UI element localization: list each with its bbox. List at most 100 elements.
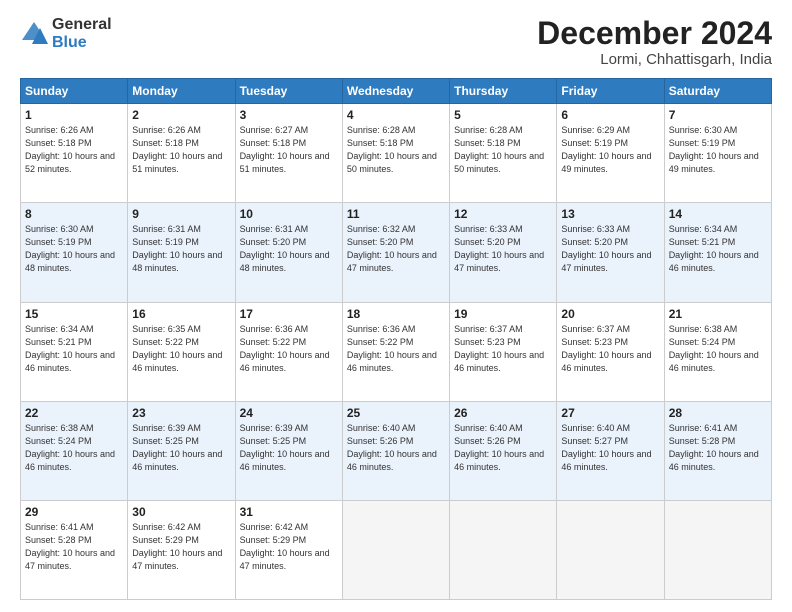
day-info: Sunrise: 6:28 AMSunset: 5:18 PMDaylight:…: [454, 124, 552, 176]
day-cell: 4Sunrise: 6:28 AMSunset: 5:18 PMDaylight…: [342, 104, 449, 203]
day-info: Sunrise: 6:30 AMSunset: 5:19 PMDaylight:…: [669, 124, 767, 176]
day-info: Sunrise: 6:38 AMSunset: 5:24 PMDaylight:…: [25, 422, 123, 474]
day-number: 17: [240, 307, 338, 321]
day-number: 11: [347, 207, 445, 221]
logo-general-label: General: [52, 16, 112, 34]
day-info: Sunrise: 6:40 AMSunset: 5:26 PMDaylight:…: [347, 422, 445, 474]
day-cell: 1 Sunrise: 6:26 AMSunset: 5:18 PMDaylight…: [21, 104, 128, 203]
day-info: Sunrise: 6:40 AMSunset: 5:26 PMDaylight:…: [454, 422, 552, 474]
day-info: Sunrise: 6:42 AMSunset: 5:29 PMDaylight:…: [132, 521, 230, 573]
day-number: 8: [25, 207, 123, 221]
day-info: Sunrise: 6:31 AMSunset: 5:19 PMDaylight:…: [132, 223, 230, 275]
day-number: 14: [669, 207, 767, 221]
day-cell: 3 Sunrise: 6:27 AMSunset: 5:18 PMDaylight…: [235, 104, 342, 203]
day-number: 21: [669, 307, 767, 321]
day-cell: 19 Sunrise: 6:37 AMSunset: 5:23 PMDayligh…: [450, 302, 557, 401]
col-monday: Monday: [128, 79, 235, 104]
day-number: 16: [132, 307, 230, 321]
day-info: Sunrise: 6:26 AMSunset: 5:18 PMDaylight:…: [132, 124, 230, 176]
calendar-row: 22 Sunrise: 6:38 AMSunset: 5:24 PMDayligh…: [21, 401, 772, 500]
day-info: Sunrise: 6:27 AMSunset: 5:18 PMDaylight:…: [240, 124, 338, 176]
day-cell: 7 Sunrise: 6:30 AMSunset: 5:19 PMDaylight…: [664, 104, 771, 203]
title-block: December 2024 Lormi, Chhattisgarh, India: [537, 16, 772, 68]
day-number: 3: [240, 108, 338, 122]
day-info: Sunrise: 6:40 AMSunset: 5:27 PMDaylight:…: [561, 422, 659, 474]
day-number: 10: [240, 207, 338, 221]
day-number: 1: [25, 108, 123, 122]
day-number: 4: [347, 108, 445, 122]
logo: General Blue: [20, 16, 112, 51]
day-cell: 22 Sunrise: 6:38 AMSunset: 5:24 PMDayligh…: [21, 401, 128, 500]
day-number: 9: [132, 207, 230, 221]
day-number: 22: [25, 406, 123, 420]
day-number: 31: [240, 505, 338, 519]
calendar-row: 29Sunrise: 6:41 AMSunset: 5:28 PMDayligh…: [21, 500, 772, 599]
day-cell: 29Sunrise: 6:41 AMSunset: 5:28 PMDayligh…: [21, 500, 128, 599]
empty-cell: [664, 500, 771, 599]
day-cell: 6Sunrise: 6:29 AMSunset: 5:19 PMDaylight…: [557, 104, 664, 203]
day-number: 19: [454, 307, 552, 321]
day-info: Sunrise: 6:36 AMSunset: 5:22 PMDaylight:…: [347, 323, 445, 375]
day-info: Sunrise: 6:30 AMSunset: 5:19 PMDaylight:…: [25, 223, 123, 275]
day-cell: 28Sunrise: 6:41 AMSunset: 5:28 PMDayligh…: [664, 401, 771, 500]
day-info: Sunrise: 6:39 AMSunset: 5:25 PMDaylight:…: [240, 422, 338, 474]
col-sunday: Sunday: [21, 79, 128, 104]
day-info: Sunrise: 6:35 AMSunset: 5:22 PMDaylight:…: [132, 323, 230, 375]
logo-blue-label: Blue: [52, 34, 112, 52]
day-number: 23: [132, 406, 230, 420]
day-cell: 17 Sunrise: 6:36 AMSunset: 5:22 PMDayligh…: [235, 302, 342, 401]
empty-cell: [450, 500, 557, 599]
col-wednesday: Wednesday: [342, 79, 449, 104]
day-number: 12: [454, 207, 552, 221]
day-number: 30: [132, 505, 230, 519]
day-cell: 20 Sunrise: 6:37 AMSunset: 5:23 PMDayligh…: [557, 302, 664, 401]
day-cell: 18 Sunrise: 6:36 AMSunset: 5:22 PMDayligh…: [342, 302, 449, 401]
day-cell: 13 Sunrise: 6:33 AMSunset: 5:20 PMDayligh…: [557, 203, 664, 302]
day-cell: 26 Sunrise: 6:40 AMSunset: 5:26 PMDayligh…: [450, 401, 557, 500]
day-number: 18: [347, 307, 445, 321]
day-info: Sunrise: 6:37 AMSunset: 5:23 PMDaylight:…: [454, 323, 552, 375]
day-number: 2: [132, 108, 230, 122]
day-number: 24: [240, 406, 338, 420]
col-tuesday: Tuesday: [235, 79, 342, 104]
day-number: 7: [669, 108, 767, 122]
day-cell: 16 Sunrise: 6:35 AMSunset: 5:22 PMDayligh…: [128, 302, 235, 401]
day-cell: 25 Sunrise: 6:40 AMSunset: 5:26 PMDayligh…: [342, 401, 449, 500]
day-cell: 10 Sunrise: 6:31 AMSunset: 5:20 PMDayligh…: [235, 203, 342, 302]
day-info: Sunrise: 6:39 AMSunset: 5:25 PMDaylight:…: [132, 422, 230, 474]
logo-text: General Blue: [52, 16, 112, 51]
day-cell: 15Sunrise: 6:34 AMSunset: 5:21 PMDayligh…: [21, 302, 128, 401]
calendar-row: 1 Sunrise: 6:26 AMSunset: 5:18 PMDaylight…: [21, 104, 772, 203]
day-cell: 8 Sunrise: 6:30 AMSunset: 5:19 PMDaylight…: [21, 203, 128, 302]
calendar-table: Sunday Monday Tuesday Wednesday Thursday…: [20, 78, 772, 600]
day-info: Sunrise: 6:33 AMSunset: 5:20 PMDaylight:…: [454, 223, 552, 275]
calendar-header-row: Sunday Monday Tuesday Wednesday Thursday…: [21, 79, 772, 104]
day-cell: 27Sunrise: 6:40 AMSunset: 5:27 PMDayligh…: [557, 401, 664, 500]
day-number: 13: [561, 207, 659, 221]
day-number: 26: [454, 406, 552, 420]
day-cell: 21Sunrise: 6:38 AMSunset: 5:24 PMDayligh…: [664, 302, 771, 401]
calendar-row: 8 Sunrise: 6:30 AMSunset: 5:19 PMDaylight…: [21, 203, 772, 302]
page: General Blue December 2024 Lormi, Chhatt…: [0, 0, 792, 612]
day-info: Sunrise: 6:33 AMSunset: 5:20 PMDaylight:…: [561, 223, 659, 275]
day-info: Sunrise: 6:34 AMSunset: 5:21 PMDaylight:…: [669, 223, 767, 275]
day-number: 6: [561, 108, 659, 122]
day-cell: 9 Sunrise: 6:31 AMSunset: 5:19 PMDaylight…: [128, 203, 235, 302]
location-label: Lormi, Chhattisgarh, India: [537, 51, 772, 68]
day-number: 25: [347, 406, 445, 420]
day-info: Sunrise: 6:31 AMSunset: 5:20 PMDaylight:…: [240, 223, 338, 275]
empty-cell: [342, 500, 449, 599]
day-number: 28: [669, 406, 767, 420]
day-number: 20: [561, 307, 659, 321]
day-number: 5: [454, 108, 552, 122]
day-info: Sunrise: 6:36 AMSunset: 5:22 PMDaylight:…: [240, 323, 338, 375]
col-friday: Friday: [557, 79, 664, 104]
col-thursday: Thursday: [450, 79, 557, 104]
day-cell: 31Sunrise: 6:42 AMSunset: 5:29 PMDayligh…: [235, 500, 342, 599]
col-saturday: Saturday: [664, 79, 771, 104]
day-info: Sunrise: 6:26 AMSunset: 5:18 PMDaylight:…: [25, 124, 123, 176]
day-info: Sunrise: 6:37 AMSunset: 5:23 PMDaylight:…: [561, 323, 659, 375]
calendar-row: 15Sunrise: 6:34 AMSunset: 5:21 PMDayligh…: [21, 302, 772, 401]
logo-icon: [20, 20, 48, 48]
empty-cell: [557, 500, 664, 599]
